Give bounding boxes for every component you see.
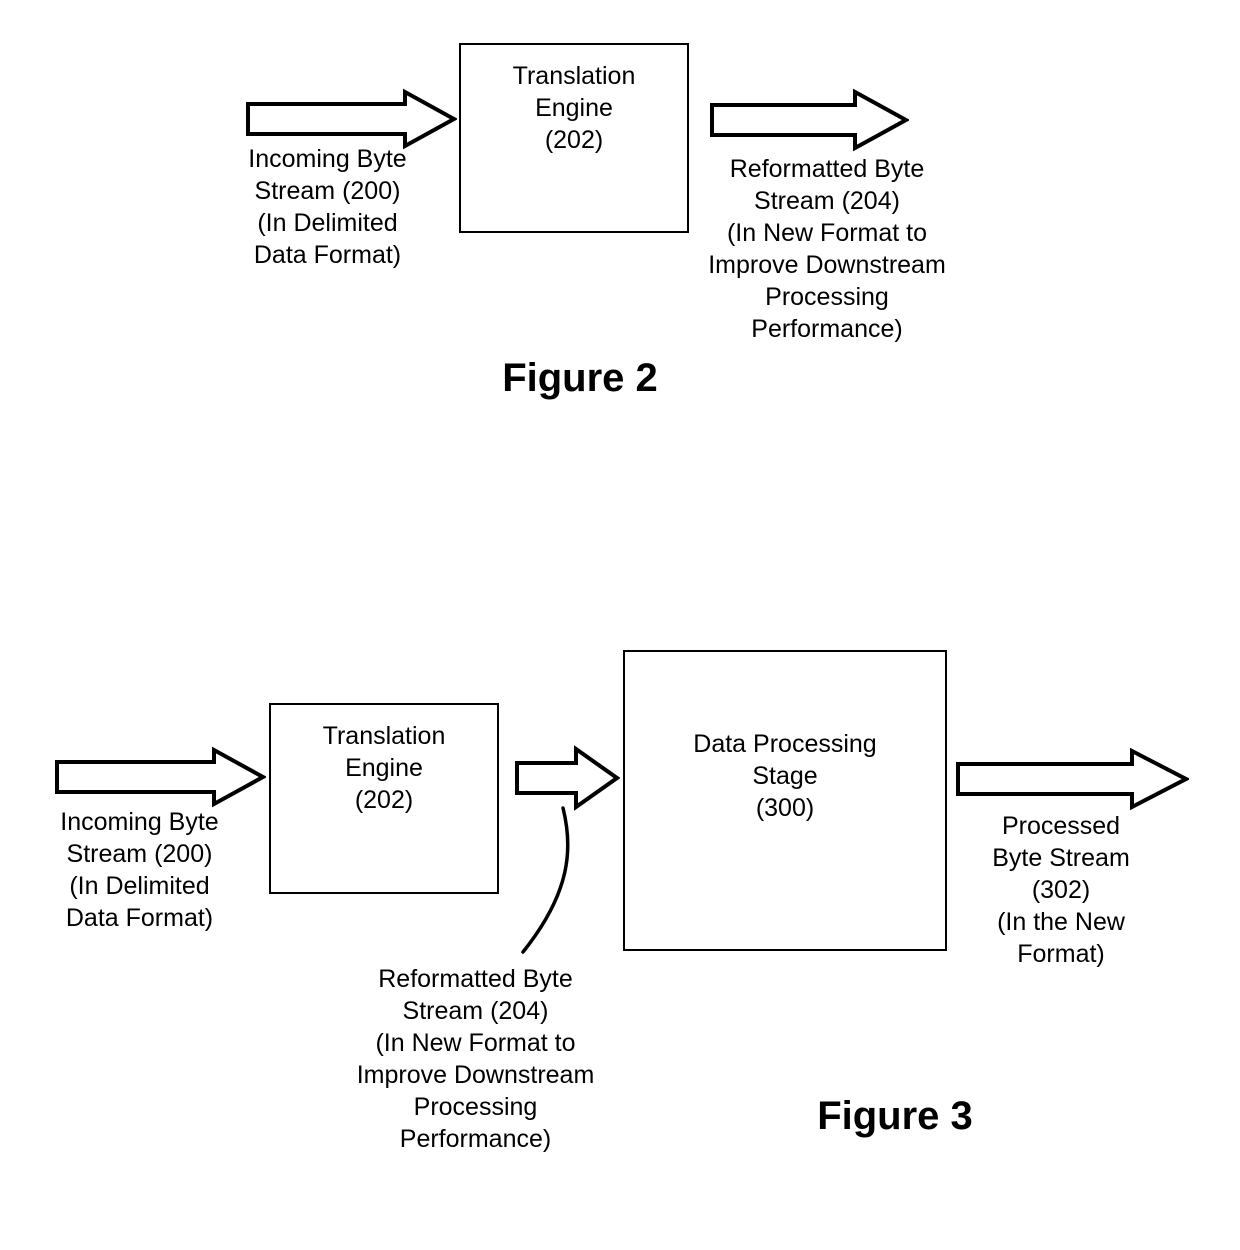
figure2-title: Figure 2 [502,356,658,400]
figure3-translation-engine-label: Translation Engine (202) [322,722,446,814]
figure3-output-arrow [955,747,1189,811]
figure2-output-arrow [709,88,909,152]
figure3-input-arrow [54,746,266,808]
figure3-data-processing-stage-box: Data Processing Stage (300) [623,650,947,951]
figure3-title: Figure 3 [817,1094,973,1138]
figure2-input-caption: Incoming Byte Stream (200) (In Delimited… [248,145,407,269]
figure3-translation-engine-box: Translation Engine (202) [269,703,499,894]
figure3-input-caption: Incoming Byte Stream (200) (In Delimited… [60,808,219,932]
figure2-output-caption: Reformatted Byte Stream (204) (In New Fo… [708,155,946,343]
figure2-translation-engine-box: Translation Engine (202) [459,43,689,233]
figure3-output-caption: Processed Byte Stream (302) (In the New … [992,812,1130,968]
figure3-leader-line [505,800,605,965]
drawing-sheet: Translation Engine (202) Incoming Byte S… [0,0,1240,1250]
figure3-data-processing-stage-label: Data Processing Stage (300) [693,730,877,822]
figure3-middle-caption: Reformatted Byte Stream (204) (In New Fo… [356,965,595,1153]
figure2-translation-engine-label: Translation Engine (202) [512,62,636,154]
figure2-input-arrow [245,88,457,150]
